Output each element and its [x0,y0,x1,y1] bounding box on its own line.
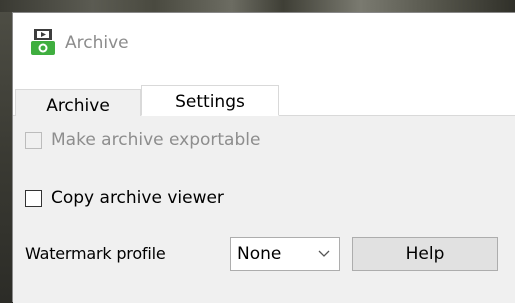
archive-dialog: Archive Archive Settings Make archive ex… [12,12,515,303]
chevron-down-icon [317,246,331,260]
tab-archive[interactable]: Archive [15,89,141,116]
help-button[interactable]: Help [352,237,498,271]
archive-app-icon [31,29,55,55]
exportable-option: Make archive exportable [25,128,260,152]
watermark-profile-select[interactable]: None [230,237,340,271]
settings-panel: Make archive exportable Copy archive vie… [13,116,515,303]
watermark-profile-value: None [237,244,282,264]
copy-viewer-option: Copy archive viewer [25,186,224,210]
watermark-profile-label: Watermark profile [25,244,166,263]
background-photo-left [0,12,12,302]
copy-viewer-label: Copy archive viewer [51,188,224,208]
exportable-label: Make archive exportable [51,130,261,150]
background-photo [0,0,515,12]
tab-settings[interactable]: Settings [141,85,279,116]
copy-viewer-checkbox[interactable] [25,189,42,207]
window-title: Archive [65,33,129,53]
title-bar[interactable]: Archive [13,13,515,75]
exportable-checkbox[interactable] [25,131,42,149]
